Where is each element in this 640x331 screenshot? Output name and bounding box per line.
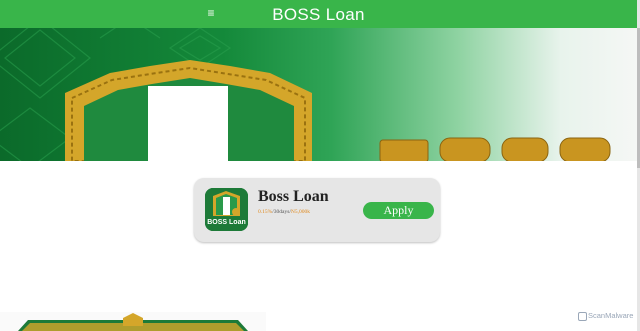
shield-icon: [578, 311, 587, 321]
top-app-bar: ≡ BOSS Loan: [0, 0, 637, 28]
loan-terms: 0.15%/30days/N5,000k: [258, 209, 310, 215]
hero-banner: [0, 28, 637, 161]
scanmalware-watermark: ScanMalware: [578, 311, 633, 321]
loan-term: 30days: [273, 209, 290, 215]
hero-artwork: [0, 28, 611, 161]
loan-product-card[interactable]: BOSS Loan Boss Loan 0.15%/30days/N5,000k…: [194, 178, 440, 242]
apply-button[interactable]: Apply: [363, 202, 434, 219]
bottom-banner-image: [0, 312, 266, 331]
app-title: BOSS Loan: [272, 5, 365, 24]
watermark-text: ScanMalware: [588, 311, 634, 320]
loan-amount: N5,000k: [290, 209, 310, 215]
boss-loan-logo: BOSS Loan: [205, 188, 248, 231]
logo-text: BOSS Loan: [207, 219, 246, 226]
loan-rate: 0.15%: [258, 209, 273, 215]
loan-name: Boss Loan: [258, 188, 329, 205]
